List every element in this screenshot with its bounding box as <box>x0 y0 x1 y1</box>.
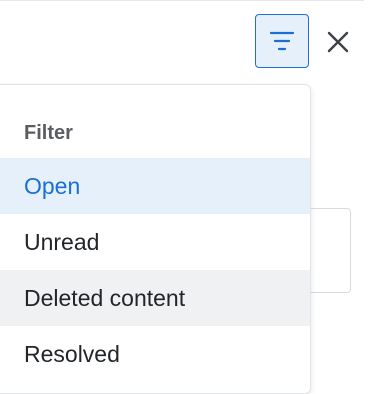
filter-dropdown-menu: Filter Open Unread Deleted content Resol… <box>0 84 311 394</box>
close-button[interactable] <box>322 26 354 58</box>
filter-option-unread[interactable]: Unread <box>0 214 310 270</box>
filter-option-deleted-content[interactable]: Deleted content <box>0 270 310 326</box>
filter-icon <box>269 30 295 52</box>
filter-option-resolved[interactable]: Resolved <box>0 326 310 382</box>
filter-option-label: Resolved <box>24 340 120 367</box>
close-icon <box>326 30 350 54</box>
filter-button[interactable] <box>255 14 309 68</box>
filter-option-label: Deleted content <box>24 284 186 311</box>
filter-option-label: Unread <box>24 228 100 255</box>
filter-menu-heading: Filter <box>24 122 73 144</box>
filter-option-label: Open <box>24 172 81 199</box>
filter-option-open[interactable]: Open <box>0 158 310 214</box>
top-divider <box>0 0 364 1</box>
